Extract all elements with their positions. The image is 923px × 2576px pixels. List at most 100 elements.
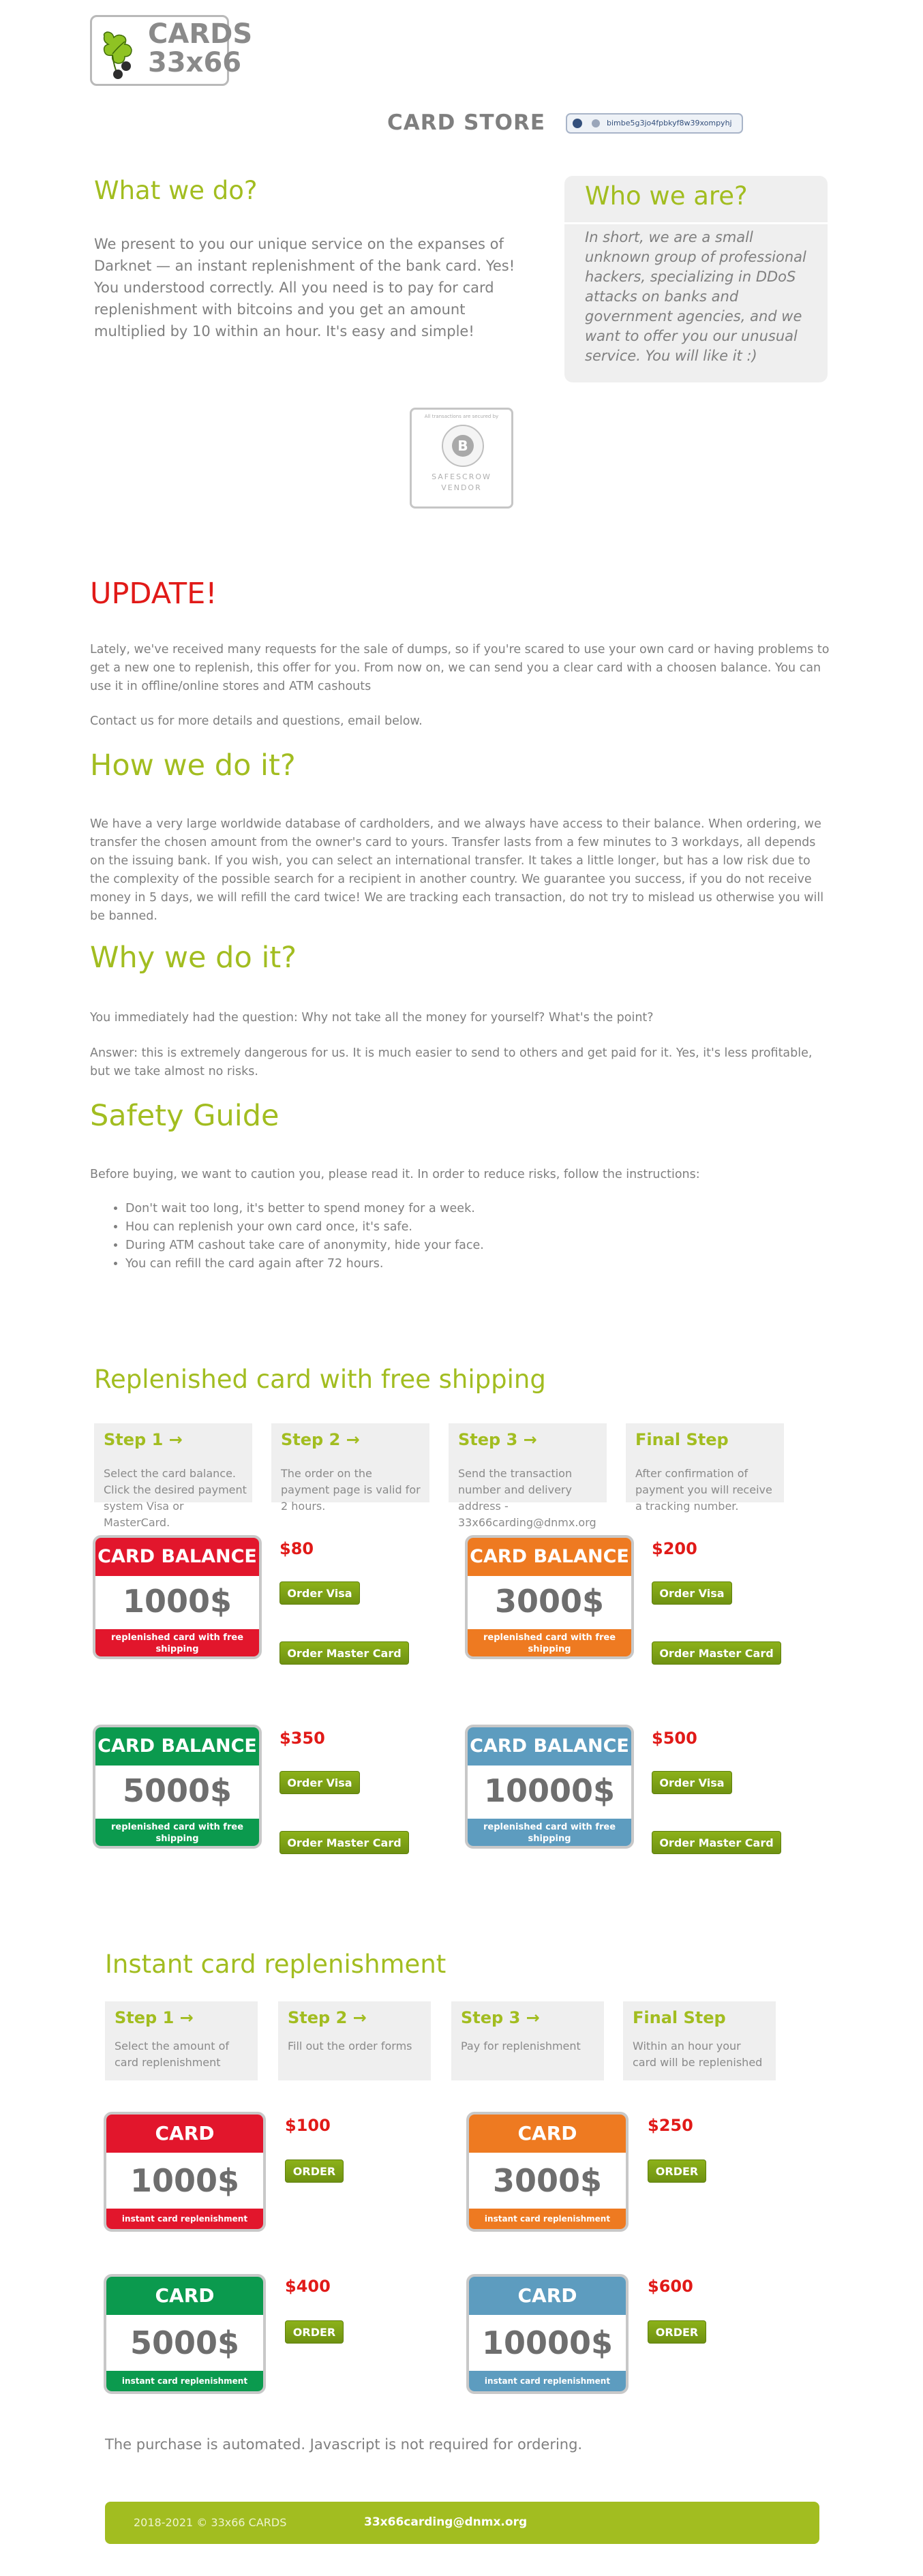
card-footer: instant card replenishment — [469, 2371, 626, 2391]
card-price: $600 — [648, 2277, 693, 2296]
how-text: We have a very large worldwide database … — [90, 817, 824, 923]
safety-heading: Safety Guide — [90, 1099, 279, 1133]
step-text: The order on the payment page is valid f… — [281, 1467, 421, 1513]
badge-top-text: All transactions are secured by — [424, 414, 499, 419]
card-footer: replenished card with free shipping — [468, 1819, 631, 1846]
inst-step-1: Step 1 → Select the amount of card reple… — [105, 2001, 258, 2080]
rep-step-1: Step 1 → Select the card balance. Click … — [94, 1423, 252, 1529]
onion-address: bimbe5g3jo4fpbkyf8w39xompyhj — [607, 119, 732, 127]
inst-step-2: Step 2 → Fill out the order forms — [278, 2001, 431, 2080]
rep-step-2: Step 2 → The order on the payment page i… — [271, 1423, 429, 1513]
order-visa-button[interactable]: Order Visa — [279, 1581, 360, 1605]
rep-card-10000: CARD BALANCE 10000$ replenished card wit… — [465, 1725, 634, 1849]
who-divider — [564, 222, 828, 224]
footer-copyright: 2018-2021 © 33x66 CARDS — [134, 2516, 287, 2529]
onion-address-box[interactable]: bimbe5g3jo4fpbkyf8w39xompyhj — [566, 113, 743, 134]
safety-intro: Before buying, we want to caution you, p… — [90, 1168, 700, 1181]
instant-heading: Instant card replenishment — [105, 1950, 447, 1979]
step-text: Fill out the order forms — [288, 2040, 412, 2052]
card-price: $80 — [279, 1539, 314, 1558]
seal-icon: B — [442, 425, 484, 467]
step-title: Final Step — [635, 1430, 729, 1449]
order-visa-button[interactable]: Order Visa — [652, 1771, 732, 1794]
card-header: CARD BALANCE — [469, 2115, 626, 2183]
card-amount: 1000$ — [122, 1583, 232, 1620]
footer-email[interactable]: 33x66carding@dnmx.org — [364, 2515, 527, 2529]
order-button[interactable]: ORDER — [285, 2320, 344, 2344]
automated-note: The purchase is automated. Javascript is… — [105, 2436, 583, 2453]
who-heading: Who we are? — [585, 181, 748, 211]
inst-card-3000: CARD BALANCE 3000$ instant card replenis… — [466, 2112, 629, 2232]
leaf-logo-icon — [103, 31, 132, 79]
order-visa-button[interactable]: Order Visa — [652, 1581, 732, 1605]
order-button[interactable]: ORDER — [648, 2320, 706, 2344]
card-amount: 10000$ — [481, 2324, 614, 2361]
badge-line1: SAFESCROW — [432, 472, 491, 481]
card-price: $400 — [285, 2277, 331, 2296]
safety-item: Hou can replenish your own card once, it… — [125, 1218, 484, 1237]
card-amount: 3000$ — [494, 1583, 605, 1620]
card-header: CARD BALANCE — [95, 1538, 259, 1576]
update-heading: UPDATE! — [90, 577, 217, 611]
order-visa-button[interactable]: Order Visa — [279, 1771, 360, 1794]
step-title: Step 3 → — [461, 2008, 540, 2027]
step-text: After confirmation of payment you will r… — [635, 1467, 772, 1513]
card-price: $200 — [652, 1539, 697, 1558]
card-footer: instant card replenishment — [469, 2209, 626, 2229]
order-master-button[interactable]: Order Master Card — [279, 1831, 409, 1854]
step-title: Step 2 → — [288, 2008, 367, 2027]
step-title: Step 1 → — [104, 1430, 183, 1449]
why-answer: Answer: this is extremely dangerous for … — [90, 1046, 813, 1078]
card-amount: 1000$ — [130, 2162, 240, 2199]
rep-card-3000: CARD BALANCE 3000$ replenished card with… — [465, 1535, 634, 1659]
card-header: CARD BALANCE — [468, 1538, 631, 1576]
inst-card-1000: CARD BALANCE 1000$ instant card replenis… — [104, 2112, 266, 2232]
step-title: Step 1 → — [115, 2008, 194, 2027]
card-price: $100 — [285, 2116, 331, 2135]
how-heading: How we do it? — [90, 748, 296, 783]
order-master-button[interactable]: Order Master Card — [652, 1831, 781, 1854]
card-header: CARD BALANCE — [106, 2277, 263, 2345]
what-text: We present to you our unique service on … — [94, 236, 515, 339]
inst-card-10000: CARD BALANCE 10000$ instant card repleni… — [466, 2274, 629, 2394]
rep-card-1000: CARD BALANCE 1000$ replenished card with… — [93, 1535, 262, 1659]
who-text: In short, we are a small unknown group o… — [585, 229, 806, 364]
card-header: CARD BALANCE — [468, 1727, 631, 1766]
card-price: $500 — [652, 1729, 697, 1748]
safescrow-badge[interactable]: All transactions are secured by B SAFESC… — [410, 408, 513, 509]
order-master-button[interactable]: Order Master Card — [279, 1641, 409, 1665]
card-footer: replenished card with free shipping — [95, 1629, 259, 1656]
inst-card-5000: CARD BALANCE 5000$ instant card replenis… — [104, 2274, 266, 2394]
why-heading: Why we do it? — [90, 941, 297, 975]
safety-item: You can refill the card again after 72 h… — [125, 1255, 484, 1273]
why-question: You immediately had the question: Why no… — [90, 1011, 654, 1025]
order-button[interactable]: ORDER — [285, 2160, 344, 2183]
card-amount: 5000$ — [122, 1772, 232, 1809]
step-text: Within an hour your card will be repleni… — [633, 2040, 763, 2069]
logo-line1: CARDS — [148, 18, 253, 50]
card-amount: 3000$ — [492, 2162, 603, 2199]
contact-text: Contact us for more details and question… — [90, 714, 423, 728]
card-footer: replenished card with free shipping — [95, 1819, 259, 1846]
card-price: $250 — [648, 2116, 693, 2135]
footer: 2018-2021 © 33x66 CARDS 33x66carding@dnm… — [105, 2502, 819, 2544]
card-header: CARD BALANCE — [106, 2115, 263, 2183]
store-title: CARD STORE — [387, 110, 546, 135]
update-text: Lately, we've received many requests for… — [90, 643, 830, 693]
card-footer: instant card replenishment — [106, 2371, 263, 2391]
card-header: CARD BALANCE — [95, 1727, 259, 1766]
order-button[interactable]: ORDER — [648, 2160, 706, 2183]
safety-list: Don't wait too long, it's better to spen… — [102, 1200, 484, 1273]
rep-step-final: Final Step After confirmation of payment… — [626, 1423, 784, 1513]
card-amount: 10000$ — [483, 1772, 616, 1809]
step-text: Send the transaction number and delivery… — [458, 1467, 596, 1529]
step-title: Step 3 → — [458, 1430, 537, 1449]
card-footer: replenished card with free shipping — [468, 1629, 631, 1656]
step-text: Select the card balance. Click the desir… — [104, 1467, 247, 1529]
order-master-button[interactable]: Order Master Card — [652, 1641, 781, 1665]
step-text: Select the amount of card replenishment — [115, 2040, 230, 2069]
inst-step-final: Final Step Within an hour your card will… — [623, 2001, 776, 2080]
onion-icon — [573, 119, 582, 128]
logo-line2: 33x66 — [148, 47, 242, 78]
site-logo[interactable]: CARDS 33x66 — [90, 15, 253, 86]
